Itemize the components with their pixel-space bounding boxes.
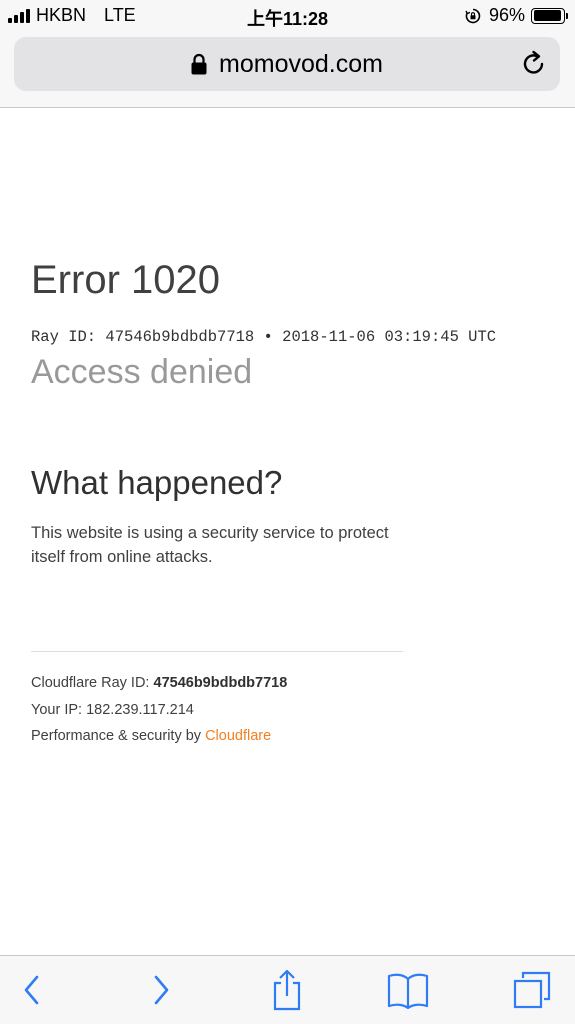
- access-denied-subtitle: Access denied: [31, 353, 253, 391]
- browser-toolbar: [0, 955, 575, 1024]
- reload-icon[interactable]: [520, 50, 548, 78]
- battery-percent: 96%: [488, 5, 525, 25]
- footer-ip-value: 182.239.117.214: [86, 702, 194, 718]
- tabs-button[interactable]: [510, 968, 554, 1012]
- padlock-icon: [191, 53, 207, 75]
- footer-ray-label: Cloudflare Ray ID:: [31, 675, 150, 691]
- footer-performance: Performance & security by Cloudflare: [31, 728, 271, 744]
- url-text[interactable]: momovod.com: [219, 50, 383, 79]
- status-bar: HKBN LTE 上午11:28 96%: [0, 0, 575, 32]
- forward-icon: [154, 975, 169, 1005]
- ray-id-line: Ray ID: 47546b9bdbdb7718 • 2018-11-06 03…: [31, 328, 497, 346]
- battery-icon: [531, 7, 568, 24]
- footer-ray-id: Cloudflare Ray ID: 47546b9bdbdb7718: [31, 675, 287, 691]
- rotation-lock-icon: [465, 8, 481, 23]
- bookmarks-button[interactable]: [386, 968, 430, 1012]
- forward-button[interactable]: [139, 968, 183, 1012]
- section-heading: What happened?: [31, 464, 283, 501]
- status-right: 96%: [465, 5, 568, 26]
- share-button[interactable]: [265, 968, 309, 1012]
- explanation-text: This website is using a security service…: [31, 524, 389, 566]
- address-bar[interactable]: momovod.com: [14, 37, 560, 91]
- error-title: Error 1020: [31, 258, 220, 302]
- bookmarks-icon: [387, 973, 429, 1009]
- tabs-icon: [513, 971, 551, 1009]
- back-button[interactable]: [10, 968, 54, 1012]
- browser-header: momovod.com: [0, 32, 575, 108]
- cloudflare-link[interactable]: Cloudflare: [205, 728, 271, 744]
- back-icon: [24, 975, 39, 1005]
- share-icon: [273, 969, 301, 1011]
- footer-perf-label: Performance & security by: [31, 728, 202, 744]
- footer-ip: Your IP: 182.239.117.214: [31, 702, 194, 718]
- divider: [31, 651, 403, 652]
- footer-ip-label: Your IP:: [31, 702, 83, 718]
- footer-ray-value: 47546b9bdbdb7718: [153, 675, 288, 691]
